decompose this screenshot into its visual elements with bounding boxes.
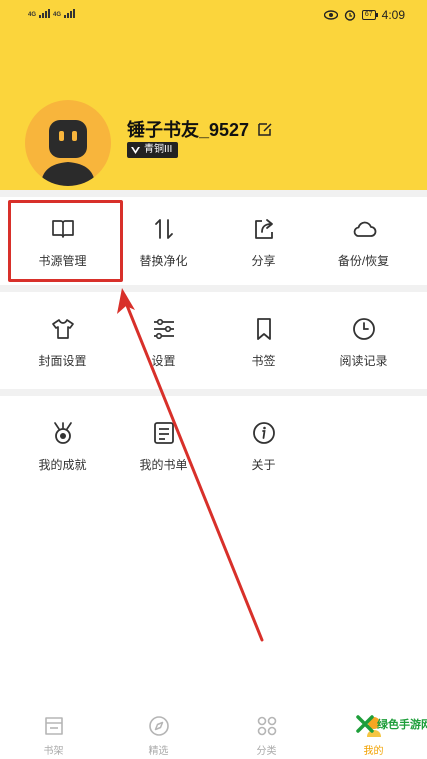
menu-item-settings[interactable]: 设置 bbox=[110, 294, 217, 384]
bookmark-icon bbox=[256, 318, 271, 340]
menu-item-label: 替换净化 bbox=[139, 254, 188, 268]
share-icon bbox=[254, 219, 273, 239]
grid-icon bbox=[257, 716, 276, 736]
avatar[interactable] bbox=[25, 100, 111, 186]
sliders-icon bbox=[153, 318, 174, 340]
menu-item-about[interactable]: 关于 bbox=[210, 398, 317, 488]
alarm-icon bbox=[344, 10, 356, 21]
info-icon bbox=[252, 422, 275, 444]
v-logo-icon bbox=[131, 146, 140, 154]
signal-bars-icon bbox=[39, 9, 51, 18]
level-badge: 青铜III bbox=[127, 142, 179, 158]
status-right: 67 4:09 bbox=[323, 8, 405, 22]
tab-categories[interactable]: 分类 bbox=[213, 705, 320, 759]
robot-avatar-icon bbox=[41, 120, 95, 186]
divider bbox=[0, 389, 427, 396]
watermark: 绿色手游网 bbox=[356, 715, 427, 733]
tab-bookshelf[interactable]: 书架 bbox=[0, 705, 107, 759]
menu-item-reading-history[interactable]: 阅读记录 bbox=[310, 294, 417, 384]
medal-icon bbox=[53, 422, 72, 444]
network-type-2: 4G bbox=[53, 12, 62, 18]
list-icon bbox=[153, 422, 174, 444]
menu-item-label: 备份/恢复 bbox=[337, 254, 390, 268]
network-type-1: 4G bbox=[28, 12, 37, 18]
menu-item-label: 关于 bbox=[251, 458, 276, 472]
menu-item-my-booklists[interactable]: 我的书单 bbox=[110, 398, 217, 488]
signal-bars-icon bbox=[64, 9, 76, 18]
menu-item-label: 书签 bbox=[251, 354, 276, 368]
menu-item-bookmarks[interactable]: 书签 bbox=[210, 294, 317, 384]
highlight-box bbox=[8, 200, 123, 282]
menu-item-share[interactable]: 分享 bbox=[210, 194, 317, 284]
edit-icon[interactable] bbox=[257, 121, 273, 137]
username-row[interactable]: 锤子书友_9527 bbox=[127, 116, 273, 142]
clock-time: 4:09 bbox=[381, 8, 405, 22]
battery-icon: 67 bbox=[361, 10, 378, 20]
menu-item-replace-purify[interactable]: 替换净化 bbox=[110, 194, 217, 284]
profile-header: 4G 4G 67 4:09 锤子书友_9527 青铜III bbox=[0, 0, 427, 190]
swap-arrows-icon bbox=[154, 219, 173, 239]
level-badge-label: 青铜III bbox=[144, 144, 173, 155]
shirt-icon bbox=[51, 319, 74, 339]
menu-item-label: 封面设置 bbox=[38, 354, 87, 368]
menu-item-label: 阅读记录 bbox=[339, 354, 388, 368]
bookshelf-icon bbox=[44, 717, 63, 735]
eye-icon bbox=[323, 10, 338, 20]
menu-item-label: 分享 bbox=[251, 254, 276, 268]
menu-item-cover-settings[interactable]: 封面设置 bbox=[9, 294, 116, 384]
username: 锤子书友_9527 bbox=[127, 120, 250, 140]
cloud-icon bbox=[353, 221, 376, 237]
tab-label: 分类 bbox=[256, 746, 277, 757]
menu-item-label: 我的成就 bbox=[38, 458, 87, 472]
menu-item-label: 设置 bbox=[151, 354, 176, 368]
tab-label: 书架 bbox=[43, 746, 64, 757]
compass-icon bbox=[148, 716, 169, 736]
status-bar: 4G 4G 67 4:09 bbox=[0, 0, 427, 34]
divider bbox=[0, 285, 427, 292]
menu-item-achievements[interactable]: 我的成就 bbox=[9, 398, 116, 488]
battery-level: 67 bbox=[364, 11, 373, 18]
tab-label: 精选 bbox=[148, 746, 169, 757]
clock-icon bbox=[352, 318, 375, 340]
tab-label: 我的 bbox=[363, 746, 384, 757]
menu-item-label: 我的书单 bbox=[139, 458, 188, 472]
watermark-text: 绿色手游网 bbox=[377, 719, 427, 731]
signal-indicators: 4G 4G bbox=[28, 9, 76, 18]
menu-item-backup-restore[interactable]: 备份/恢复 bbox=[310, 194, 417, 284]
tab-featured[interactable]: 精选 bbox=[105, 705, 212, 759]
watermark-logo-icon bbox=[356, 715, 374, 733]
